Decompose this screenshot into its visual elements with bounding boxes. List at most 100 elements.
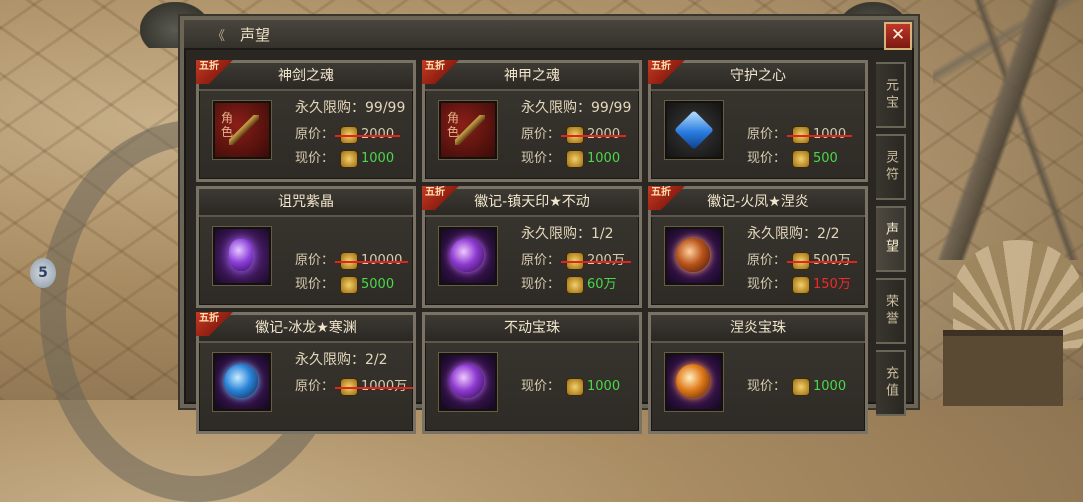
seal-badge-icon[interactable] (439, 227, 497, 285)
item-name: 不动宝珠 (425, 315, 639, 343)
current-price-row: 现价： 1000 (521, 147, 620, 167)
current-price-label: 现价： (747, 151, 787, 166)
close-button[interactable]: ✕ (884, 22, 912, 50)
hut (943, 330, 1063, 406)
tab-honor[interactable]: 荣誉 (876, 278, 906, 344)
purchase-limit: 永久限购：2/2 (295, 352, 388, 368)
current-price-row: 现价： 1000 (521, 375, 620, 395)
current-price: 150万 (813, 277, 851, 292)
original-price-label: 原价： (521, 127, 561, 142)
crystal-glyph (229, 239, 253, 271)
shop-item[interactable]: 神甲之魂 五折 角色 永久限购：99/99 原价： 2000 现价： 1000 (422, 60, 642, 182)
item-grid: 神剑之魂 五折 角色 永久限购：99/99 原价： 2000 现价： 1000 神甲… (196, 60, 876, 434)
current-price-label: 现价： (295, 277, 335, 292)
current-price: 1000 (587, 379, 621, 394)
discount-tag: 五折 (648, 60, 685, 84)
badge-glyph (676, 238, 710, 272)
discount-tag: 五折 (196, 60, 233, 84)
badge-glyph (224, 364, 258, 398)
reputation-coin-icon (793, 150, 809, 167)
purchase-limit: 永久限购：99/99 (521, 100, 632, 116)
weapon-glyph (229, 115, 259, 145)
current-price-row: 现价： 5000 (295, 273, 394, 293)
fire-phoenix-badge-icon[interactable] (665, 227, 723, 285)
side-badge[interactable]: 5 (30, 258, 56, 288)
discount-tag: 五折 (422, 60, 459, 84)
reputation-shop-window: 《 声望 ✕ 神剑之魂 五折 角色 永久限购：99/99 原价： 2000 现价：… (180, 16, 918, 434)
original-price: 2000 (361, 127, 395, 142)
original-price-row: 原价： 200万 (521, 249, 625, 269)
current-price-label: 现价： (747, 379, 787, 394)
current-price-label: 现价： (521, 277, 561, 292)
original-price: 2000 (587, 127, 621, 142)
reputation-coin-icon (793, 276, 809, 293)
original-price: 10000 (361, 253, 403, 268)
item-name: 诅咒紫晶 (199, 189, 413, 217)
discount-tag: 五折 (422, 186, 459, 210)
purple-crystal-icon[interactable] (213, 227, 271, 285)
original-price-label: 原价： (521, 253, 561, 268)
reputation-coin-icon (567, 150, 583, 167)
current-price-label: 现价： (747, 277, 787, 292)
shop-item[interactable]: 诅咒紫晶 原价： 10000 现价： 5000 (196, 186, 416, 308)
tab-yuanbao[interactable]: 元宝 (876, 62, 906, 128)
reputation-coin-icon (567, 378, 583, 395)
reputation-coin-icon (341, 276, 357, 293)
original-price-label: 原价： (295, 253, 335, 268)
item-name: 涅炎宝珠 (651, 315, 865, 343)
shop-item[interactable]: 不动宝珠 现价： 1000 (422, 312, 642, 434)
reputation-coin-icon (567, 276, 583, 293)
shop-item[interactable]: 神剑之魂 五折 角色 永久限购：99/99 原价： 2000 现价： 1000 (196, 60, 416, 182)
armor-soul-icon[interactable]: 角色 (439, 101, 497, 159)
original-price: 1000 (813, 127, 847, 142)
purchase-limit: 永久限购：2/2 (747, 226, 840, 242)
current-price: 1000 (361, 151, 395, 166)
original-price-row: 原价： 10000 (295, 249, 402, 269)
current-price: 500 (813, 151, 838, 166)
current-price: 1000 (813, 379, 847, 394)
sword-soul-icon[interactable]: 角色 (213, 101, 271, 159)
orb-glyph (676, 364, 710, 398)
current-price: 5000 (361, 277, 395, 292)
original-price-row: 原价： 2000 (521, 123, 620, 143)
current-price-row: 现价： 60万 (521, 273, 617, 293)
dead-tree (933, 0, 1083, 260)
current-price-label: 现价： (521, 151, 561, 166)
original-price-label: 原价： (747, 127, 787, 142)
current-price-label: 现价： (295, 151, 335, 166)
original-price: 200万 (587, 253, 625, 268)
original-price: 500万 (813, 253, 851, 268)
original-price-row: 原价： 1000万 (295, 375, 407, 395)
current-price-row: 现价： 500 (747, 147, 838, 167)
shop-item[interactable]: 守护之心 五折 原价： 1000 现价： 500 (648, 60, 868, 182)
purple-orb-icon[interactable] (439, 353, 497, 411)
tab-reputation[interactable]: 声望 (876, 206, 906, 272)
current-price: 60万 (587, 277, 617, 292)
original-price-row: 原价： 500万 (747, 249, 851, 269)
shop-item[interactable]: 涅炎宝珠 现价： 1000 (648, 312, 868, 434)
shop-item[interactable]: 徽记-冰龙★寒渊 五折 永久限购：2/2 原价： 1000万 (196, 312, 416, 434)
current-price-row: 现价： 1000 (295, 147, 394, 167)
original-price-label: 原价： (295, 379, 335, 394)
tab-recharge[interactable]: 充值 (876, 350, 906, 416)
original-price-label: 原价： (747, 253, 787, 268)
badge-glyph (450, 238, 484, 272)
purchase-limit: 永久限购：99/99 (295, 100, 406, 116)
original-price-row: 原价： 2000 (295, 123, 394, 143)
purchase-limit: 永久限购：1/2 (521, 226, 614, 242)
shop-item[interactable]: 徽记-火凤★涅炎 五折 永久限购：2/2 原价： 500万 现价： 150万 (648, 186, 868, 308)
current-price-row: 现价： 1000 (747, 375, 846, 395)
blue-heart-gem-icon[interactable] (665, 101, 723, 159)
title-bar[interactable]: 《 声望 ✕ (184, 20, 914, 50)
fire-orb-icon[interactable] (665, 353, 723, 411)
title-arrow-icon: 《 (212, 29, 226, 44)
ice-dragon-badge-icon[interactable] (213, 353, 271, 411)
original-price: 1000万 (361, 379, 408, 394)
reputation-coin-icon (793, 378, 809, 395)
current-price-row: 现价： 150万 (747, 273, 851, 293)
shop-item[interactable]: 徽记-镇天印★不动 五折 永久限购：1/2 原价： 200万 现价： 60万 (422, 186, 642, 308)
discount-tag: 五折 (648, 186, 685, 210)
tab-lingfu[interactable]: 灵符 (876, 134, 906, 200)
original-price-label: 原价： (295, 127, 335, 142)
original-price-row: 原价： 1000 (747, 123, 846, 143)
